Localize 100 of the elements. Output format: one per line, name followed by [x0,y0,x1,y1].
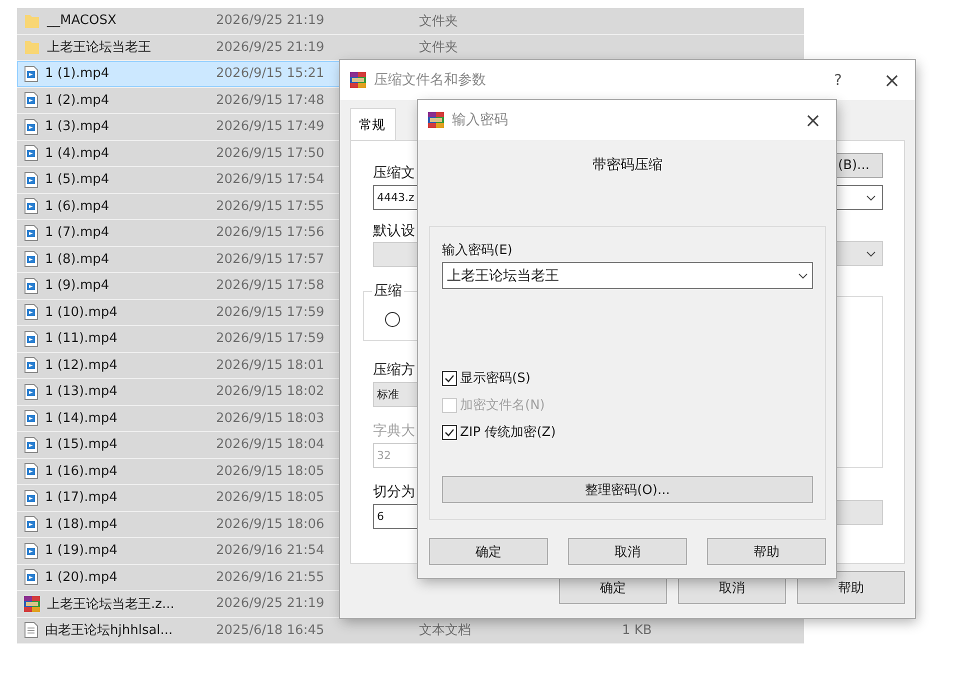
field-label: 切分为 [373,483,415,501]
video-file-icon [24,278,38,294]
chevron-down-icon [866,194,876,200]
file-type: 文本文档 [419,623,471,638]
file-name: 1 (16).mp4 [45,464,118,479]
file-row[interactable]: 上老王论坛当老王 2026/9/25 21:19 文件夹 [17,34,804,61]
file-name: 1 (5).mp4 [45,172,110,188]
chevron-down-icon [798,272,808,278]
video-file-icon [24,304,38,320]
file-date: 2026/9/15 18:05 [216,464,324,479]
field-label: 默认设 [373,222,415,240]
field-label: 压缩方 [373,361,415,379]
file-name: 由老王论坛hjhhlsal... [45,622,173,640]
file-name: 1 (11).mp4 [45,331,118,346]
field-label: 输入密码(E) [442,242,514,259]
dialog-button[interactable]: 帮助 [797,571,905,604]
dialog-button[interactable]: 帮助 [707,538,826,565]
video-file-icon [24,569,38,586]
archive-icon [24,596,40,612]
file-type: 文件夹 [419,40,458,56]
close-button[interactable]: × [869,60,915,100]
dialog-heading: 带密码压缩 [592,156,664,175]
video-file-icon [24,145,38,162]
file-date: 2026/9/16 21:55 [216,570,324,585]
video-file-icon [24,542,38,559]
video-file-icon [24,463,38,480]
help-button[interactable]: ? [815,60,861,100]
file-name: 1 (3).mp4 [45,119,110,134]
file-name: 1 (17).mp4 [45,490,118,506]
video-file-icon [24,118,38,135]
file-name: 1 (9).mp4 [45,278,110,294]
file-date: 2026/9/25 21:19 [216,596,324,612]
video-file-icon [24,92,38,108]
password-field[interactable]: 上老王论坛当老王 [442,262,813,289]
dropdown[interactable] [835,185,883,210]
archive-icon [350,72,366,88]
video-file-icon [24,251,38,268]
file-name: 1 (20).mp4 [45,570,118,585]
organize-passwords-button[interactable]: 整理密码(O)... [442,476,813,503]
text-file-icon [24,622,38,638]
file-date: 2026/9/15 17:54 [216,172,324,188]
file-name: 1 (4).mp4 [45,146,110,161]
file-name: 1 (6).mp4 [45,198,110,214]
file-date: 2026/9/25 21:19 [216,13,324,28]
video-file-icon [24,436,38,453]
file-name: 1 (19).mp4 [45,543,118,558]
video-file-icon [24,357,38,374]
field-label: 字典大 [373,422,415,440]
file-name: 1 (7).mp4 [45,225,110,240]
file-date: 2026/9/15 18:03 [216,410,324,426]
checkbox[interactable]: 显示密码(S) [442,369,530,387]
file-date: 2026/9/15 18:06 [216,516,324,532]
file-name: 上老王论坛当老王 [47,39,151,56]
dialog-title: 输入密码 [452,111,509,129]
checkbox[interactable]: ZIP 传统加密(Z) [442,423,556,441]
file-date: 2026/9/15 17:50 [216,146,324,161]
video-file-icon [24,224,38,241]
dialog-button[interactable]: 确定 [429,538,548,565]
file-name: 1 (2).mp4 [45,92,110,108]
file-name: 上老王论坛当老王.z... [47,596,174,613]
file-name: 1 (1).mp4 [45,66,110,82]
browse-button[interactable]: (B)... [835,153,883,178]
file-name: 1 (13).mp4 [45,384,118,400]
folder-icon [24,12,40,29]
file-date: 2026/9/15 17:58 [216,278,324,294]
file-date: 2026/9/15 17:56 [216,225,324,240]
file-name: 1 (10).mp4 [45,304,118,320]
file-size: 1 KB [622,622,652,638]
file-date: 2026/9/16 21:54 [216,543,324,558]
video-file-icon [24,516,38,532]
folder-icon [24,39,40,56]
video-file-icon [24,490,38,506]
file-type: 文件夹 [419,14,458,29]
field-label: 压缩文 [373,164,415,182]
file-date: 2026/9/15 17:59 [216,304,324,320]
file-date: 2026/9/15 18:01 [216,358,324,373]
file-date: 2026/9/15 17:48 [216,92,324,108]
file-name: __MACOSX [47,13,116,28]
file-name: 1 (14).mp4 [45,410,118,426]
file-date: 2026/9/15 15:21 [216,66,324,82]
video-file-icon [24,384,38,400]
tab[interactable]: 常规 [350,108,396,140]
close-button[interactable]: × [790,100,836,140]
dialog-button[interactable]: 取消 [568,538,687,565]
archive-icon [428,112,444,128]
file-date: 2026/9/15 17:57 [216,252,324,267]
video-file-icon [24,410,38,426]
file-date: 2026/9/15 18:02 [216,384,324,400]
radio-button[interactable] [385,312,400,327]
file-date: 2026/9/15 18:05 [216,490,324,506]
dialog-title: 压缩文件名和参数 [374,71,487,89]
file-row[interactable]: __MACOSX 2026/9/25 21:19 文件夹 [17,8,804,34]
video-file-icon [24,198,38,214]
file-name: 1 (12).mp4 [45,358,118,373]
video-file-icon [24,66,38,82]
file-date: 2026/9/15 17:49 [216,119,324,134]
file-date: 2025/6/18 16:45 [216,622,324,638]
file-date: 2026/9/15 17:59 [216,331,324,346]
video-file-icon [24,172,38,188]
file-row[interactable]: 由老王论坛hjhhlsal... 2025/6/18 16:45 文本文档 1 KB [17,618,804,644]
